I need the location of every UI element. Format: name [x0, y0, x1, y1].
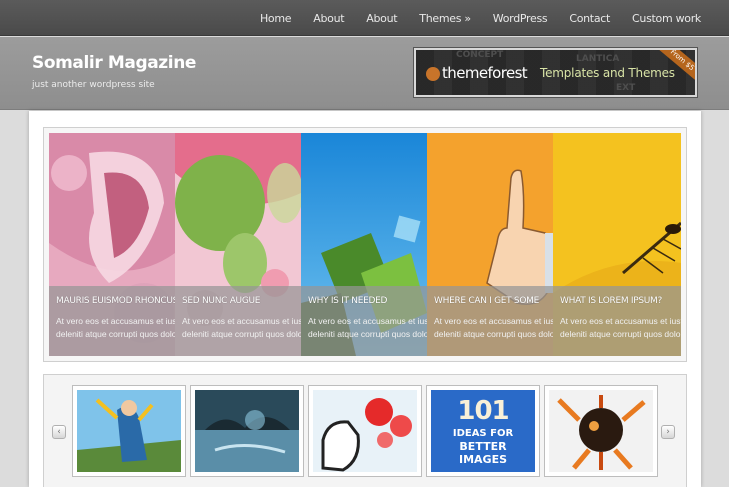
ad-subtitle: Templates and Themes: [540, 66, 675, 80]
nav-home[interactable]: Home: [260, 12, 292, 25]
site-tagline: just another wordpress site: [32, 80, 155, 90]
nav-custom-work[interactable]: Custom work: [632, 12, 701, 25]
slide[interactable]: WHAT IS LOREM IPSUM? At vero eos et accu…: [553, 133, 681, 356]
slide-caption: WHAT IS LOREM IPSUM? At vero eos et accu…: [553, 286, 681, 356]
thumbnail[interactable]: [72, 385, 186, 477]
top-nav-bar: Home About About Themes » WordPress Cont…: [0, 0, 729, 36]
thumbnail[interactable]: 101 IDEAS FOR BETTER IMAGES: [426, 385, 540, 477]
chevron-right-icon[interactable]: ›: [661, 425, 675, 439]
ad-bg-word: LANTICA: [576, 54, 620, 64]
thumbnail-carousel: ‹ 101 IDEAS FOR BETTER IMAGES ›: [43, 374, 687, 487]
slide-caption: WHY IS IT NEEDED At vero eos et accusamu…: [301, 286, 427, 356]
thumbnail-image: [195, 390, 299, 472]
slide-caption: SED NUNC AUGUE At vero eos et accusamus …: [175, 286, 301, 356]
main-content: MAURIS EUISMOD RHONCUS TORTOR At vero eo…: [29, 111, 701, 487]
nav-wordpress[interactable]: WordPress: [493, 12, 548, 25]
nav-about-2[interactable]: About: [366, 12, 397, 25]
thumbnail-image: 101 IDEAS FOR BETTER IMAGES: [431, 390, 535, 472]
thumbnail[interactable]: [190, 385, 304, 477]
site-title[interactable]: Somalir Magazine: [32, 53, 196, 73]
ad-brand: themeforest: [442, 64, 528, 82]
slide-excerpt: At vero eos et accusamus et iusto deleni…: [560, 316, 681, 339]
slide-title[interactable]: MAURIS EUISMOD RHONCUS TORTOR: [56, 296, 175, 306]
slide-title[interactable]: WHY IS IT NEEDED: [308, 296, 427, 306]
slide-excerpt: At vero eos et accusamus et iusto deleni…: [308, 316, 427, 339]
slide[interactable]: MAURIS EUISMOD RHONCUS TORTOR At vero eo…: [49, 133, 175, 356]
slide-caption: WHERE CAN I GET SOME At vero eos et accu…: [427, 286, 553, 356]
slide[interactable]: WHERE CAN I GET SOME At vero eos et accu…: [427, 133, 553, 356]
thumbnail-image: [77, 390, 181, 472]
slide-title[interactable]: WHERE CAN I GET SOME: [434, 296, 553, 306]
slide-excerpt: At vero eos et accusamus et iusto deleni…: [56, 316, 175, 339]
leaf-icon: [426, 67, 440, 81]
ad-bg-word: EXT: [616, 83, 636, 93]
slide[interactable]: WHY IS IT NEEDED At vero eos et accusamu…: [301, 133, 427, 356]
featured-slider: MAURIS EUISMOD RHONCUS TORTOR At vero eo…: [49, 133, 681, 356]
ad-bg-word: CONCEPT: [456, 50, 504, 60]
nav-about[interactable]: About: [313, 12, 344, 25]
main-nav: Home About About Themes » WordPress Cont…: [260, 0, 701, 36]
slide-title[interactable]: WHAT IS LOREM IPSUM?: [560, 296, 681, 306]
nav-themes[interactable]: Themes »: [419, 12, 471, 25]
slide-excerpt: At vero eos et accusamus et iusto deleni…: [182, 316, 301, 339]
slide[interactable]: SED NUNC AUGUE At vero eos et accusamus …: [175, 133, 301, 356]
nav-contact[interactable]: Contact: [569, 12, 610, 25]
chevron-left-icon[interactable]: ‹: [52, 425, 66, 439]
thumbnail-image: [549, 390, 653, 472]
slide-caption: MAURIS EUISMOD RHONCUS TORTOR At vero eo…: [49, 286, 175, 356]
slide-excerpt: At vero eos et accusamus et iusto deleni…: [434, 316, 553, 339]
slide-title[interactable]: SED NUNC AUGUE: [182, 296, 301, 306]
thumbnail[interactable]: [308, 385, 422, 477]
featured-slider-frame: MAURIS EUISMOD RHONCUS TORTOR At vero eo…: [43, 127, 687, 362]
thumbnail[interactable]: [544, 385, 658, 477]
thumbnail-image: [313, 390, 417, 472]
ad-banner[interactable]: CONCEPT LANTICA EXT themeforest Template…: [413, 47, 698, 98]
